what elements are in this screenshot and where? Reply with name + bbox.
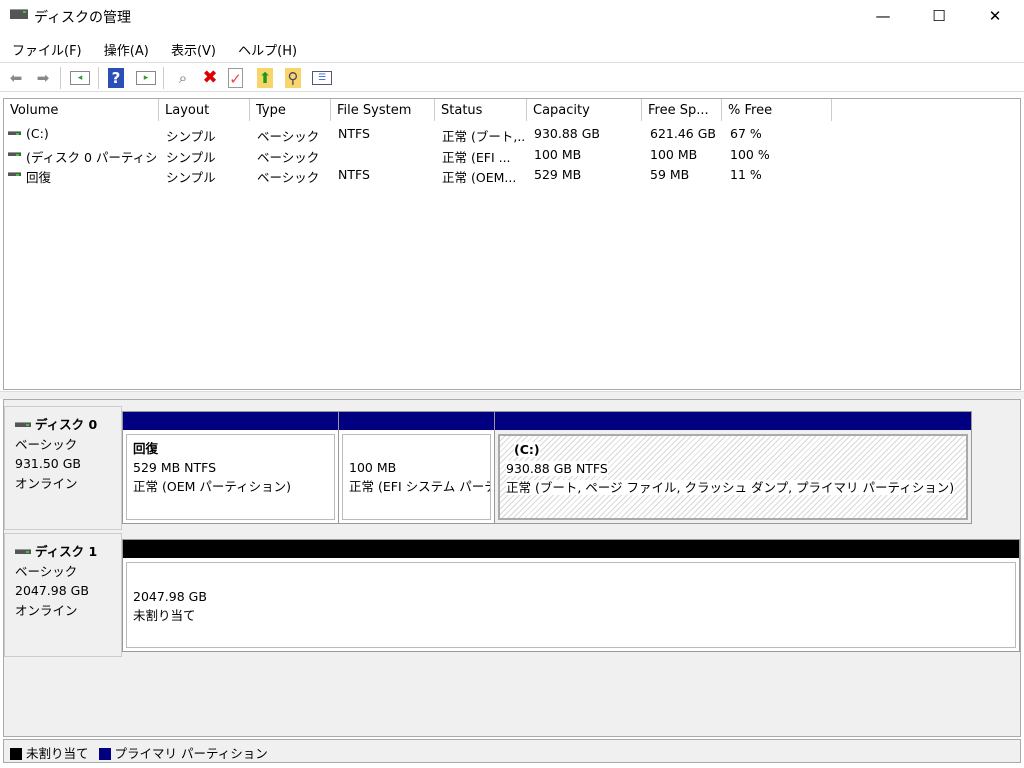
cell-layout: シンプル (166, 149, 216, 165)
back-icon[interactable]: ⬅ (6, 68, 26, 88)
connect-disk-icon[interactable]: ⌕ (173, 68, 193, 88)
menu-help[interactable]: ヘルプ(H) (229, 36, 306, 59)
column-free-space[interactable]: Free Sp... (642, 99, 722, 121)
console-tree-icon[interactable]: ◂ (70, 71, 90, 85)
cell-status: 正常 (ブート,... (442, 129, 526, 144)
partition-status: 正常 (EFI システム パーテ- (349, 479, 491, 494)
column-layout[interactable]: Layout (159, 99, 250, 121)
toolbar: ⬅ ➡ ◂ ? ▸ ⌕ ✖ ✓ ⬆ ⚲ ☰ (0, 62, 1024, 92)
column-volume[interactable]: Volume (4, 99, 159, 121)
disk-name: ディスク 1 (35, 544, 98, 559)
disk-icon (15, 422, 31, 427)
cell-pct: 11 % (730, 167, 762, 182)
help-icon[interactable]: ? (108, 68, 124, 88)
volume-icon (8, 172, 21, 176)
partition-recovery[interactable]: 回復 529 MB NTFS 正常 (OEM パーティション) (122, 411, 339, 524)
legend-primary: プライマリ パーティション (114, 746, 268, 761)
disk-state: オンライン (15, 602, 78, 618)
cell-status: 正常 (EFI ... (442, 149, 511, 165)
partition-name (349, 439, 484, 458)
disk-type: ベーシック (15, 436, 78, 452)
partition-status: 正常 (ブート, ページ ファイル, クラッシュ ダンプ, プライマリ パーティ… (506, 480, 955, 495)
disk-size: 931.50 GB (15, 456, 81, 471)
column-capacity[interactable]: Capacity (527, 99, 642, 121)
cell-volume: (ディスク 0 パーティショ... (26, 149, 156, 165)
partition-status: 正常 (OEM パーティション) (133, 479, 291, 494)
disk-type: ベーシック (15, 563, 78, 579)
menu-file[interactable]: ファイル(F) (0, 36, 91, 59)
cell-type: ベーシック (257, 170, 320, 185)
partition-status: 未割り当て (133, 608, 196, 623)
partition-size: 529 MB NTFS (133, 460, 217, 475)
column-file-system[interactable]: File System (331, 99, 435, 121)
search-folder-icon[interactable]: ⚲ (285, 68, 301, 88)
volume-icon (8, 151, 21, 156)
cell-pct: 100 % (730, 146, 770, 162)
cell-free: 100 MB (650, 146, 698, 162)
cell-capacity: 100 MB (534, 146, 582, 162)
partition-name: 回復 (133, 441, 159, 456)
disk-icon (15, 549, 31, 554)
properties-icon[interactable]: ✓ (228, 68, 243, 88)
column-status[interactable]: Status (435, 99, 527, 121)
menu-view[interactable]: 表示(V) (162, 36, 225, 59)
disk-pane: ディスク 0 ベーシック 931.50 GB オンライン 回復 529 MB N… (3, 399, 1021, 737)
cell-pct: 67 % (730, 126, 762, 141)
up-folder-icon[interactable]: ⬆ (257, 68, 273, 88)
partition-efi[interactable]: 100 MB 正常 (EFI システム パーテ- (338, 411, 495, 524)
legend: 未割り当て プライマリ パーティション (3, 739, 1021, 763)
pane-splitter[interactable] (0, 391, 1024, 399)
partition-size: 100 MB (349, 460, 397, 475)
partition-c[interactable]: (C:) 930.88 GB NTFS 正常 (ブート, ページ ファイル, ク… (494, 411, 972, 524)
cell-status: 正常 (OEM... (442, 170, 517, 185)
list-icon[interactable]: ☰ (312, 71, 332, 85)
volume-icon (8, 131, 21, 135)
title-bar: ディスクの管理 — ☐ ✕ (0, 0, 1024, 32)
primary-swatch (98, 748, 111, 760)
disk-management-icon (10, 9, 28, 23)
cell-volume: (C:) (26, 126, 49, 141)
minimize-button[interactable]: — (860, 0, 906, 32)
delete-icon[interactable]: ✖ (200, 68, 220, 88)
cell-type: ベーシック (257, 149, 320, 165)
legend-unallocated: 未割り当て (26, 746, 89, 761)
disk-name: ディスク 0 (35, 417, 98, 432)
cell-type: ベーシック (257, 129, 320, 144)
disk-0-label[interactable]: ディスク 0 ベーシック 931.50 GB オンライン (4, 406, 122, 530)
window-title: ディスクの管理 (34, 10, 132, 26)
cell-layout: シンプル (166, 170, 216, 185)
cell-capacity: 529 MB (534, 167, 582, 182)
unallocated-swatch (10, 748, 22, 760)
volume-row[interactable]: 回復 シンプル ベーシック NTFS 正常 (OEM... 529 MB 59 MB 11 % (4, 165, 1020, 185)
volume-row[interactable]: (ディスク 0 パーティショ... シンプル ベーシック 正常 (EFI ... 100… (4, 145, 1020, 165)
menu-bar: ファイル(F) 操作(A) 表示(V) ヘルプ(H) (0, 36, 1024, 60)
column-percent-free[interactable]: % Free (722, 99, 832, 121)
cell-free: 621.46 GB (650, 126, 716, 141)
volume-list[interactable]: Volume Layout Type File System Status Ca… (3, 98, 1021, 390)
volume-row[interactable]: (C:) シンプル ベーシック NTFS 正常 (ブート,... 930.88 GB 621… (4, 124, 1020, 144)
forward-icon[interactable]: ➡ (33, 68, 53, 88)
column-type[interactable]: Type (250, 99, 331, 121)
disk-state: オンライン (15, 475, 78, 491)
partition-size: 2047.98 GB (133, 589, 207, 604)
disk-1-label[interactable]: ディスク 1 ベーシック 2047.98 GB オンライン (4, 533, 122, 657)
partition-name: (C:) (514, 442, 540, 457)
maximize-button[interactable]: ☐ (916, 0, 962, 32)
cell-fs: NTFS (338, 167, 370, 182)
cell-fs: NTFS (338, 126, 370, 141)
partition-unallocated[interactable]: 2047.98 GB 未割り当て (122, 539, 1020, 652)
disk-size: 2047.98 GB (15, 583, 89, 598)
cell-free: 59 MB (650, 167, 690, 182)
partition-size: 930.88 GB NTFS (506, 461, 608, 476)
cell-capacity: 930.88 GB (534, 126, 600, 141)
cell-volume: 回復 (26, 170, 52, 185)
action-pane-icon[interactable]: ▸ (136, 71, 156, 85)
cell-layout: シンプル (166, 129, 216, 144)
menu-action[interactable]: 操作(A) (95, 36, 158, 59)
close-button[interactable]: ✕ (972, 0, 1018, 32)
